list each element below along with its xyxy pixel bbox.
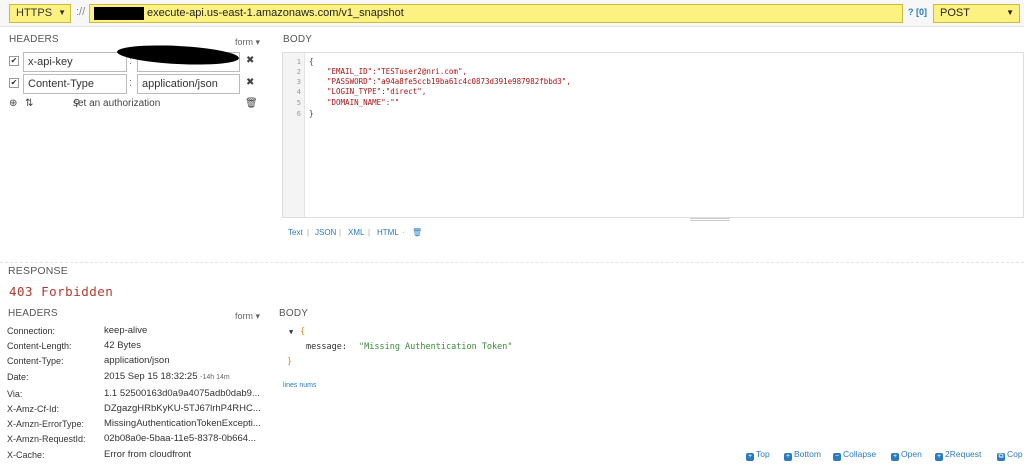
plus-icon: + — [746, 453, 754, 461]
response-header-name: X-Amzn-ErrorType: — [7, 419, 85, 429]
collapse-toggle-icon[interactable]: ▼ — [289, 328, 293, 336]
line-number: 3 — [296, 78, 301, 86]
line-numbers-toggle[interactable]: lines nums — [283, 382, 316, 389]
json-string-value: "Missing Authentication Token" — [359, 342, 513, 352]
minus-icon: − — [833, 453, 841, 461]
remove-header-icon[interactable]: ✖ — [246, 77, 254, 88]
json-close-brace: } — [287, 357, 293, 367]
query-params-toggle[interactable]: ? [0] — [908, 7, 927, 17]
format-html-link[interactable]: HTML — [377, 228, 399, 237]
header-enabled-checkbox[interactable]: ✔ — [9, 56, 19, 66]
response-header-value: 2015 Sep 15 18:32:25 -14h 14m — [104, 371, 230, 382]
format-text-link[interactable]: Text — [288, 228, 303, 237]
response-header-name: X-Cache: — [7, 450, 45, 460]
plus-icon: + — [784, 453, 792, 461]
trash-icon[interactable]: 🗑 — [412, 228, 422, 237]
redacted-host-block — [94, 7, 144, 20]
code-line: "EMAIL_ID":"TESTuser2@nri.com", — [327, 67, 467, 76]
format-json-link[interactable]: JSON — [315, 228, 336, 237]
sort-headers-icon[interactable]: ⇅ — [25, 98, 33, 109]
response-header-value: 02b08a0e-5baa-11e5-8378-0b664... — [104, 433, 256, 444]
scheme-value: HTTPS — [16, 7, 53, 19]
time-offset: -14h 14m — [200, 374, 230, 381]
editor-resize-handle[interactable] — [690, 218, 730, 221]
line-number: 1 — [296, 58, 301, 66]
code-line: } — [309, 109, 314, 118]
line-number: 4 — [296, 88, 301, 96]
open-button[interactable]: + Open — [891, 449, 922, 461]
chevron-down-icon: ▼ — [1006, 8, 1014, 17]
url-bar: HTTPS ▼ :// execute-api.us-east-1.amazon… — [0, 0, 1024, 27]
response-header-value: 42 Bytes — [104, 340, 141, 351]
line-number: 5 — [296, 99, 301, 107]
method-value: POST — [940, 7, 970, 19]
remove-header-icon[interactable]: ✖ — [246, 55, 254, 66]
code-line: "DOMAIN_NAME":"" — [327, 98, 400, 107]
header-enabled-checkbox[interactable]: ✔ — [9, 78, 19, 88]
response-headers-form-toggle[interactable]: form ▾ — [235, 311, 260, 322]
method-select[interactable]: POST ▼ — [933, 4, 1020, 23]
trash-icon[interactable]: 🗑 — [245, 98, 258, 109]
json-open-brace: { — [300, 327, 306, 337]
redaction-scribble — [116, 42, 240, 68]
response-header-value: keep-alive — [104, 325, 148, 336]
chevron-down-icon: ▾ — [255, 311, 261, 321]
url-input[interactable]: execute-api.us-east-1.amazonaws.com/v1_s… — [89, 4, 903, 23]
plus-icon: + — [891, 453, 899, 461]
copy-button[interactable]: ⧉ Cop — [997, 449, 1023, 461]
line-number: 6 — [296, 110, 301, 118]
url-text: execute-api.us-east-1.amazonaws.com/v1_s… — [147, 7, 404, 19]
response-header-value: Error from cloudfront — [104, 449, 192, 460]
response-body-label: BODY — [279, 308, 309, 319]
scheme-separator: :// — [76, 6, 86, 18]
response-header-value: MissingAuthenticationTokenExcepti... — [104, 418, 261, 429]
response-header-name: Date: — [7, 372, 29, 382]
scroll-top-button[interactable]: + Top — [746, 449, 770, 461]
request-headers-label: HEADERS — [9, 34, 59, 45]
response-label: RESPONSE — [8, 265, 68, 277]
response-header-name: Via: — [7, 389, 23, 399]
response-header-name: Content-Length: — [7, 341, 72, 351]
plus-icon: + — [935, 453, 943, 461]
response-header-name: Content-Type: — [7, 356, 64, 366]
header-value-input[interactable]: application/json — [137, 74, 240, 94]
code-line: "PASSWORD":"a94a8fe5ccb19ba61c4c0873d391… — [327, 77, 571, 86]
response-header-name: X-Amzn-RequestId: — [7, 434, 86, 444]
chevron-down-icon: ▾ — [255, 37, 261, 47]
response-divider — [0, 262, 1024, 263]
response-header-value: application/json — [104, 355, 170, 366]
add-header-icon[interactable]: ⊕ — [9, 98, 17, 109]
scheme-select[interactable]: HTTPS ▼ — [9, 4, 71, 23]
response-header-value: 1.1 52500163d0a9a4075adb0dab9... — [104, 388, 260, 399]
request-body-label: BODY — [283, 34, 313, 45]
json-key: message: — [306, 342, 347, 352]
response-header-name: X-Amz-Cf-Id: — [7, 404, 60, 414]
response-status: 403 Forbidden — [9, 284, 114, 299]
code-line: "LOGIN_TYPE":"direct", — [327, 87, 427, 96]
copy-icon: ⧉ — [997, 453, 1005, 461]
request-headers-form-toggle[interactable]: form ▾ — [235, 37, 260, 48]
format-xml-link[interactable]: XML — [348, 228, 364, 237]
scroll-bottom-button[interactable]: + Bottom — [784, 449, 821, 461]
header-name-input[interactable]: x-api-key — [23, 52, 127, 72]
chevron-down-icon: ▼ — [58, 8, 66, 17]
response-header-value: DZgazgHRbKyKU-5TJ67lrhP4RHC... — [104, 403, 261, 414]
collapse-button[interactable]: − Collapse — [833, 449, 876, 461]
to-request-button[interactable]: +2Request — [935, 449, 981, 461]
code-line: { — [309, 57, 314, 66]
response-header-name: Connection: — [7, 326, 56, 336]
header-name-input[interactable]: Content-Type — [23, 74, 127, 94]
response-headers-label: HEADERS — [8, 308, 58, 319]
request-body-editor[interactable]: 1 2 3 4 5 6 { "EMAIL_ID":"TESTuser2@nri.… — [282, 52, 1024, 218]
line-number: 2 — [296, 68, 301, 76]
